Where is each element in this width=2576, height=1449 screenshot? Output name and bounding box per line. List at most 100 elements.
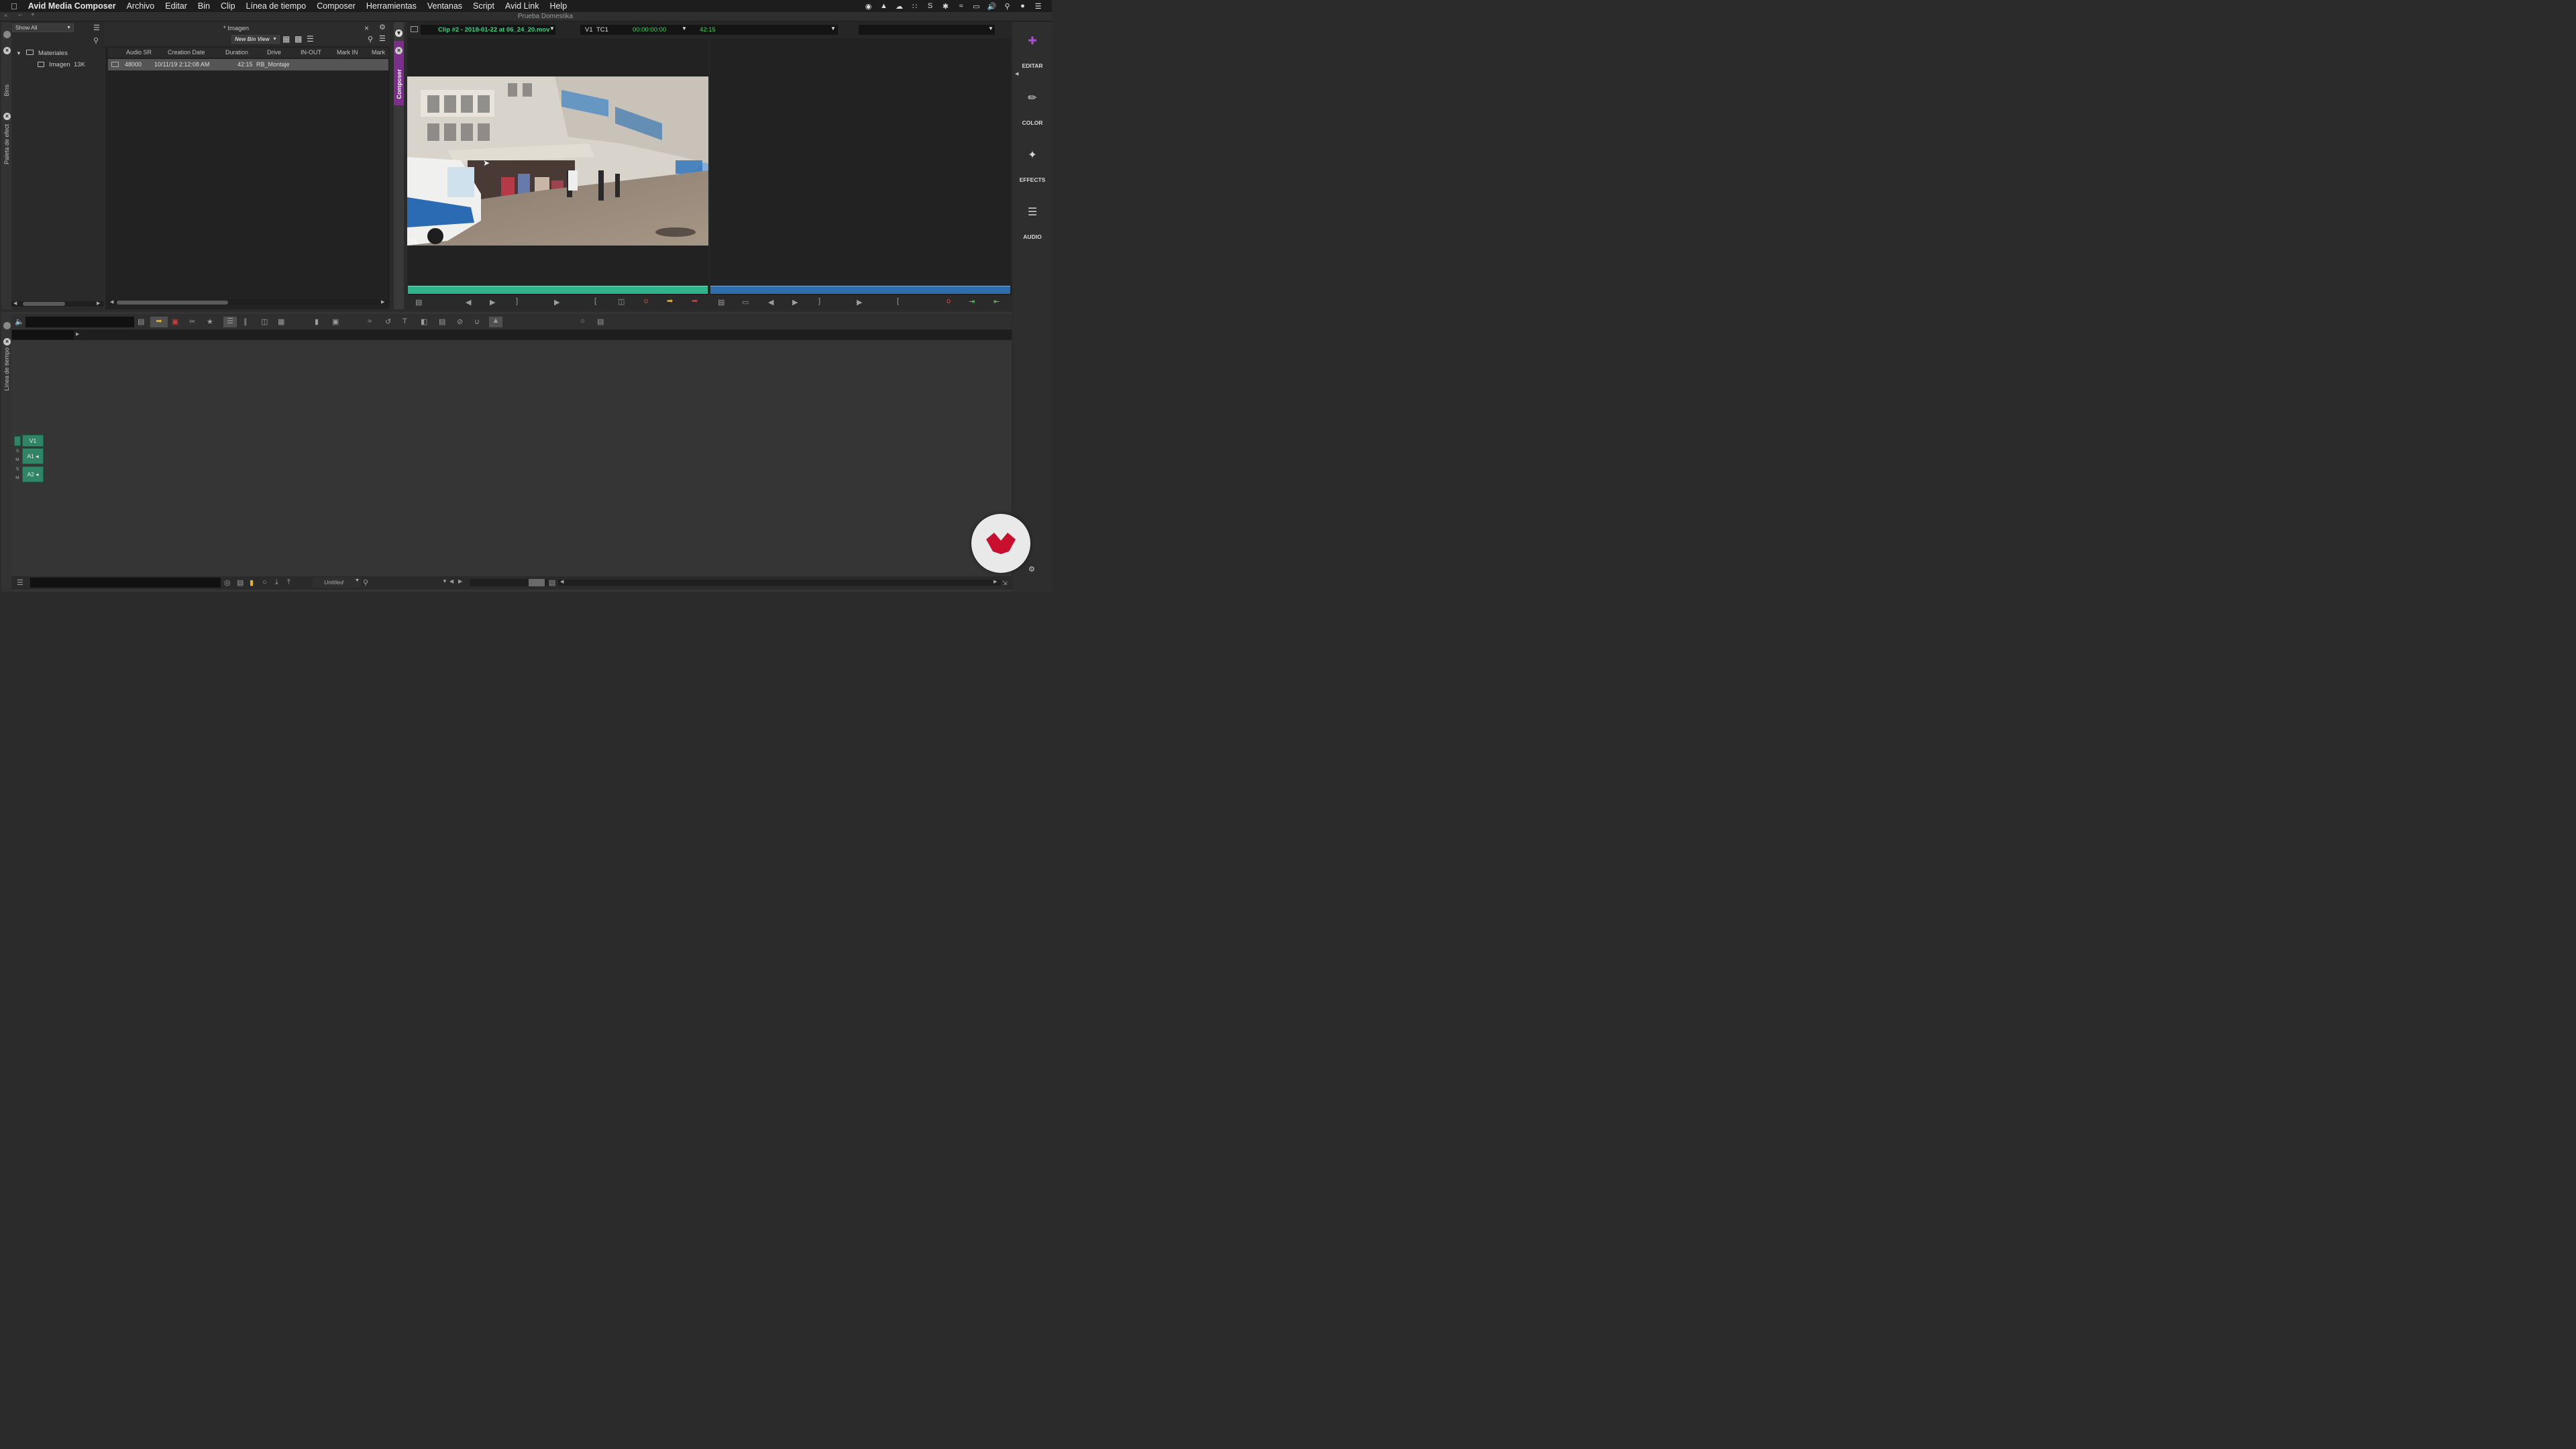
text-view-icon[interactable]: ☰	[307, 34, 314, 44]
bin-tree-search-icon[interactable]: ⚲	[93, 36, 99, 45]
siri-icon[interactable]: ●	[1018, 2, 1027, 11]
workspace-color[interactable]: COLOR	[1014, 119, 1051, 126]
col-in-out[interactable]: IN-OUT	[301, 49, 321, 56]
timeline-hscrollbar[interactable]: ◀ ▶	[558, 580, 1001, 586]
app-menu[interactable]: Avid Media Composer	[23, 1, 121, 11]
record-position-bar[interactable]	[710, 286, 1010, 294]
record-info-dropdown[interactable]: ▼	[859, 25, 995, 35]
bin-tree-menu-icon[interactable]: ☰	[93, 23, 100, 32]
record-play-icon[interactable]: ▶	[857, 298, 862, 307]
effects-close-icon[interactable]: ×	[3, 113, 11, 120]
toolbar-lift-icon[interactable]: ★	[207, 317, 213, 326]
workspace-audio[interactable]: AUDIO	[1014, 233, 1051, 240]
show-all-dropdown[interactable]: Show All ▼	[12, 23, 74, 32]
col-creation-date[interactable]: Creation Date	[168, 49, 205, 56]
track-a1[interactable]: A1 ◂	[22, 448, 44, 464]
tc-dropdown-icon[interactable]: ▼	[682, 25, 687, 32]
frame-view-icon[interactable]: ▦	[282, 34, 290, 44]
bin-close-icon[interactable]: ×	[364, 23, 369, 33]
bin-tree-scroll-thumb[interactable]	[23, 302, 65, 306]
ruler-expand-icon[interactable]: ▶	[76, 331, 79, 337]
bottom-target-icon[interactable]: ◎	[224, 578, 231, 587]
table-row[interactable]: 48000 10/11/19 2:12:08 AM 42:15 RB_Monta…	[108, 59, 388, 70]
clip-name-menu[interactable]: Clip #2 - 2018-01-22 at 06_24_20.mov ▼	[421, 25, 555, 35]
bottom-clip-color-icon[interactable]: ▤	[237, 578, 244, 587]
a2-mute-button[interactable]: M	[14, 476, 21, 480]
bins-tab[interactable]: Bins	[3, 85, 10, 97]
scroll-right-icon[interactable]: ▶	[97, 301, 100, 306]
notification-center-icon[interactable]: ☰	[1034, 2, 1042, 11]
timeline-tc-display[interactable]	[25, 317, 134, 327]
bottom-down-arrow-icon[interactable]: ⤓	[275, 578, 278, 587]
menu-herramientas[interactable]: Herramientas	[361, 1, 422, 11]
sequence-dropdown[interactable]: Untitled ▼	[313, 578, 361, 588]
toolbar-match-frame-icon[interactable]: ▤	[138, 317, 144, 326]
bin-scroll-right-icon[interactable]: ▶	[381, 299, 384, 305]
timeline-audio-icon[interactable]: 🔈	[15, 317, 24, 326]
color-workspace-icon[interactable]: ✏	[1025, 91, 1040, 106]
menu-ventanas[interactable]: Ventanas	[422, 1, 468, 11]
toolbar-record-icon[interactable]: ○	[580, 317, 585, 325]
app-grid-icon[interactable]: ∷	[910, 2, 919, 11]
toolbar-keyframe-icon[interactable]: ▲	[489, 317, 502, 327]
menu-help[interactable]: Help	[544, 1, 572, 11]
col-mark-in[interactable]: Mark IN	[337, 49, 358, 56]
toolbar-more-icon[interactable]: ▤	[597, 317, 604, 326]
bin-view-dropdown[interactable]: New Bin View ▼	[231, 35, 280, 44]
col-audio-sr[interactable]: Audio SR	[126, 49, 152, 56]
bin-tree-scrollbar[interactable]: ◀ ▶	[11, 301, 103, 307]
toolbar-segment-icon[interactable]: ☰	[223, 317, 237, 327]
timeline-close-icon[interactable]: ×	[3, 338, 11, 345]
bin-settings-icon[interactable]: ⚙	[379, 23, 386, 32]
lift-icon[interactable]: ⇥	[969, 297, 975, 306]
play-icon[interactable]: ▶	[554, 298, 559, 307]
col-duration[interactable]: Duration	[225, 49, 248, 56]
menu-bin[interactable]: Bin	[193, 1, 215, 11]
bin-scrollbar[interactable]: ◀ ▶	[108, 300, 388, 305]
overwrite-icon[interactable]: ➡	[692, 297, 698, 305]
composer-close-icon[interactable]: ×	[395, 47, 402, 54]
col-drive[interactable]: Drive	[267, 49, 281, 56]
timeline-prev-icon[interactable]: ◀	[449, 578, 453, 584]
spotlight-search-icon[interactable]: ⚲	[1003, 2, 1012, 11]
record-mark-in-icon[interactable]: [	[897, 297, 899, 305]
timeline-next-icon[interactable]: ▶	[458, 578, 462, 584]
timeline-find-icon[interactable]: ⚲	[363, 578, 368, 587]
composer-settings-icon[interactable]: ▼	[395, 30, 402, 37]
bins-close-icon[interactable]: ×	[3, 47, 11, 54]
workspace-editar[interactable]: EDITAR	[1014, 62, 1051, 69]
toolbar-overwrite-icon[interactable]: ▣	[172, 317, 178, 326]
resize-grip-icon[interactable]: ⇲	[1002, 580, 1008, 587]
menu-clip[interactable]: Clip	[215, 1, 241, 11]
edit-workspace-icon[interactable]: ✚	[1025, 34, 1040, 49]
record-step-back-icon[interactable]: ◀	[768, 298, 773, 307]
cloud-icon[interactable]: ☁	[895, 2, 904, 11]
audio-workspace-icon[interactable]: ☰	[1025, 205, 1040, 220]
record-step-forward-icon[interactable]: ▶	[792, 298, 798, 307]
duration-dropdown-icon[interactable]: ▼	[830, 25, 836, 32]
toolbar-trim-icon[interactable]: ∥	[244, 317, 248, 326]
bluetooth-icon[interactable]: ✱	[941, 2, 950, 11]
monitor-menu-icon[interactable]	[411, 26, 418, 32]
toolbar-title-icon[interactable]: T	[402, 317, 407, 325]
toolbar-stop-icon[interactable]: ⊘	[457, 317, 463, 326]
rail-settings-icon[interactable]: ⚙	[1028, 565, 1035, 574]
skype-icon[interactable]: S	[926, 2, 934, 11]
zoom-fit-icon[interactable]: ▤	[549, 578, 555, 587]
toolbar-splice-icon[interactable]: ➡	[150, 317, 168, 327]
apple-menu-icon[interactable]: 	[0, 1, 23, 11]
folder-label[interactable]: Materiales	[38, 50, 68, 57]
volume-icon[interactable]: 🔊	[987, 2, 997, 11]
step-back-icon[interactable]: ◀	[466, 298, 471, 307]
record-clear-marks-icon[interactable]: o	[947, 297, 951, 305]
airplay-icon[interactable]: ▭	[972, 2, 981, 11]
timeline-position-indicator[interactable]	[12, 330, 74, 339]
scroll-options-icon[interactable]: ▼	[442, 578, 447, 584]
bottom-up-arrow-icon[interactable]: ⤒	[287, 578, 290, 587]
toolbar-dissolve-icon[interactable]: ∪	[474, 317, 480, 326]
effects-workspace-icon[interactable]: ✦	[1025, 148, 1040, 163]
record-settings-icon[interactable]: ▤	[718, 298, 724, 307]
bins-settings-icon[interactable]	[3, 31, 11, 38]
extract-icon[interactable]: ⇤	[994, 297, 1000, 306]
timeline-scroll-right-icon[interactable]: ▶	[994, 579, 997, 584]
